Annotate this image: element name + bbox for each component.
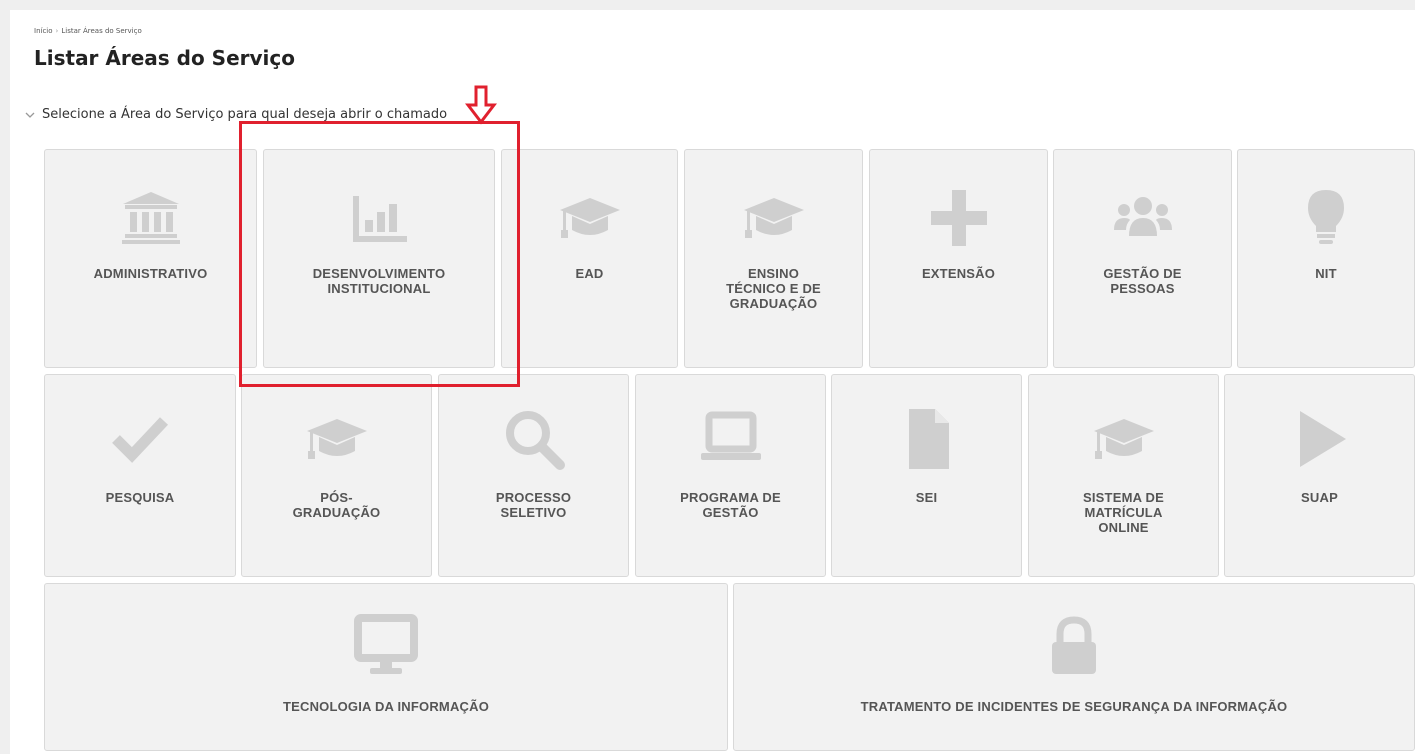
area-label: GESTÃO DE PESSOAS — [1103, 266, 1182, 296]
area-label: TRATAMENTO DE INCIDENTES DE SEGURANÇA DA… — [860, 699, 1288, 714]
arrow-down-icon — [465, 85, 497, 125]
file-icon — [908, 409, 949, 469]
graduation-cap-icon — [559, 198, 620, 238]
users-icon — [1113, 197, 1172, 236]
plus-icon — [930, 190, 987, 246]
desktop-icon — [354, 614, 418, 674]
area-label: ENSINO TÉCNICO E DE GRADUAÇÃO — [726, 266, 821, 311]
breadcrumb-separator: › — [55, 27, 59, 35]
area-tile-sistema-de-matricula[interactable]: SISTEMA DE MATRÍCULA ONLINE — [1028, 374, 1219, 577]
page-title: Listar Áreas do Serviço — [34, 46, 295, 70]
checkmark-icon — [112, 417, 169, 463]
area-tile-suap[interactable]: SUAP — [1224, 374, 1415, 577]
area-tile-sei[interactable]: SEI — [831, 374, 1022, 577]
instruction-text: Selecione a Área do Serviço para qual de… — [42, 107, 448, 122]
area-tile-programa-de-gestao[interactable]: PROGRAMA DE GESTÃO — [635, 374, 826, 577]
graduation-cap-icon — [743, 198, 804, 238]
area-tile-desenvolvimento-institucional[interactable]: DESENVOLVIMENTO INSTITUCIONAL — [263, 149, 495, 368]
area-tile-ensino-tecnico[interactable]: ENSINO TÉCNICO E DE GRADUAÇÃO — [684, 149, 863, 368]
bank-icon — [121, 192, 180, 244]
area-label: SUAP — [1301, 490, 1338, 505]
breadcrumb-current: Listar Áreas do Serviço — [61, 27, 142, 35]
breadcrumb: Início › Listar Áreas do Serviço — [34, 27, 142, 35]
area-label: EXTENSÃO — [921, 266, 996, 281]
lightbulb-icon — [1308, 190, 1344, 244]
graduation-cap-icon — [1093, 419, 1154, 459]
area-tile-nit[interactable]: NIT — [1237, 149, 1415, 368]
page: Início › Listar Áreas do Serviço Listar Ár… — [10, 10, 1415, 754]
play-icon — [1299, 411, 1346, 467]
laptop-icon — [700, 411, 761, 460]
area-label: PROGRAMA DE GESTÃO — [680, 490, 781, 520]
area-label: ADMINISTRATIVO — [93, 266, 208, 281]
area-tile-gestao-de-pessoas[interactable]: GESTÃO DE PESSOAS — [1053, 149, 1232, 368]
area-label: PÓS-GRADUAÇÃO — [292, 490, 381, 520]
area-label: SEI — [915, 490, 938, 505]
area-tile-pesquisa[interactable]: PESQUISA — [44, 374, 236, 577]
graduation-cap-icon — [306, 419, 367, 459]
area-tile-tecnologia-da-informacao[interactable]: TECNOLOGIA DA INFORMAÇÃO — [44, 583, 728, 751]
area-tile-administrativo[interactable]: ADMINISTRATIVO — [44, 149, 257, 368]
breadcrumb-home-link[interactable]: Início — [34, 27, 53, 35]
search-icon — [505, 411, 565, 470]
area-label: PROCESSO SELETIVO — [495, 490, 572, 520]
section-toggle[interactable]: Selecione a Área do Serviço para qual de… — [24, 107, 447, 122]
area-tile-pos-graduacao[interactable]: PÓS-GRADUAÇÃO — [241, 374, 432, 577]
lock-icon — [1052, 616, 1096, 674]
area-tile-tratamento-de-incidentes[interactable]: TRATAMENTO DE INCIDENTES DE SEGURANÇA DA… — [733, 583, 1415, 751]
bar-chart-icon — [353, 196, 407, 242]
area-label: SISTEMA DE MATRÍCULA ONLINE — [1083, 490, 1164, 535]
area-tile-ead[interactable]: EAD — [501, 149, 678, 368]
area-label: DESENVOLVIMENTO INSTITUCIONAL — [312, 266, 446, 296]
area-label: PESQUISA — [105, 490, 175, 505]
area-label: NIT — [1315, 266, 1337, 281]
area-label: EAD — [575, 266, 604, 281]
area-label: TECNOLOGIA DA INFORMAÇÃO — [282, 699, 490, 714]
area-tile-extensao[interactable]: EXTENSÃO — [869, 149, 1048, 368]
chevron-down-icon — [25, 112, 35, 118]
area-tile-processo-seletivo[interactable]: PROCESSO SELETIVO — [438, 374, 629, 577]
